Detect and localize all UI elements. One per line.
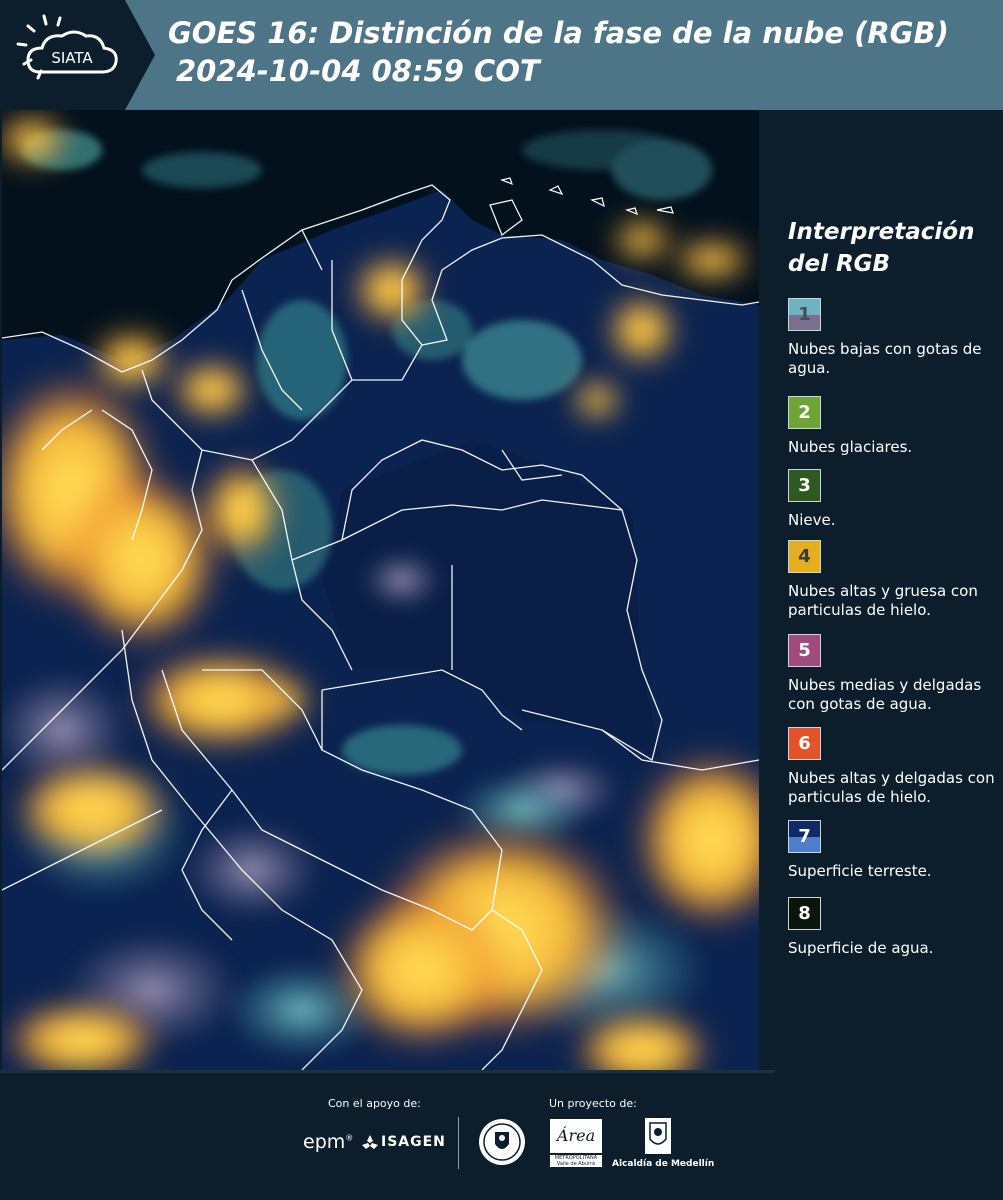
- epm-logo-text: epm: [303, 1131, 346, 1153]
- area-metropolitana-caption: METROPOLITANA Valle de Aburrá: [550, 1155, 602, 1167]
- project-label: Un proyecto de:: [549, 1097, 637, 1110]
- page-title: GOES 16: Distinción de la fase de la nub…: [168, 14, 949, 90]
- isagen-text: ISAGEN: [381, 1134, 446, 1150]
- legend-label-4: Nubes altas y gruesa con particulas de h…: [788, 582, 978, 619]
- legend-swatch-6: 6: [788, 727, 821, 760]
- siata-logo: SIATA: [0, 0, 160, 110]
- footer-separator: [0, 1070, 775, 1073]
- seal-logo: [478, 1118, 526, 1170]
- legend-swatch-4: 4: [788, 540, 821, 573]
- support-label: Con el apoyo de:: [328, 1097, 421, 1110]
- legend-label-6: Nubes altas y delgadas con particulas de…: [788, 769, 995, 806]
- legend-number-5: 5: [798, 640, 811, 661]
- legend-item-8: 8 Superficie de agua.: [788, 897, 998, 958]
- svg-text:Área: Área: [555, 1125, 595, 1145]
- legend-item-7: 7 Superficie terreste.: [788, 820, 998, 881]
- legend-swatch-1: 1: [788, 298, 821, 331]
- metro-logo-line2: Valle de Aburrá: [556, 1161, 596, 1167]
- footer-divider: [458, 1117, 459, 1169]
- area-metropolitana-logo: Área METROPOLITANA Valle de Aburrá: [550, 1119, 602, 1167]
- legend-number-7: 7: [798, 826, 811, 847]
- isagen-icon: [362, 1135, 378, 1149]
- footer: Con el apoyo de: Un proyecto de: epm® IS…: [0, 1070, 1003, 1200]
- satellite-image: [2, 110, 759, 1070]
- legend-swatch-3: 3: [788, 469, 821, 502]
- legend-swatch-8: 8: [788, 897, 821, 930]
- svg-text:SIATA: SIATA: [51, 49, 93, 67]
- legend-item-5: 5 Nubes medias y delgadas con gotas de a…: [788, 634, 998, 714]
- legend-number-3: 3: [798, 475, 811, 496]
- legend-number-6: 6: [798, 733, 811, 754]
- legend-item-2: 2 Nubes glaciares.: [788, 396, 998, 457]
- legend-label-1: Nubes bajas con gotas de agua.: [788, 340, 982, 377]
- title-line-2: 2024-10-04 08:59 COT: [176, 54, 540, 88]
- legend-number-4: 4: [798, 546, 811, 567]
- alcaldia-shield-icon: [645, 1118, 671, 1154]
- epm-logo: epm®: [303, 1131, 353, 1153]
- alcaldia-text: Alcaldía de Medellín: [612, 1159, 715, 1169]
- epm-logo-mark: ®: [345, 1133, 354, 1143]
- legend-swatch-7: 7: [788, 820, 821, 853]
- alcaldia-logo: Alcaldía de Medellín: [612, 1117, 715, 1172]
- title-line-1: GOES 16: Distinción de la fase de la nub…: [168, 16, 949, 50]
- legend-swatch-5: 5: [788, 634, 821, 667]
- satellite-map: [2, 110, 759, 1070]
- legend-swatch-2: 2: [788, 396, 821, 429]
- legend-label-8: Superficie de agua.: [788, 939, 934, 957]
- legend-item-1: 1 Nubes bajas con gotas de agua.: [788, 298, 998, 378]
- legend-number-8: 8: [798, 903, 811, 924]
- legend-title: Interpretación del RGB: [788, 219, 975, 277]
- legend-item-6: 6 Nubes altas y delgadas con particulas …: [788, 727, 998, 807]
- legend-label-7: Superficie terreste.: [788, 862, 932, 880]
- legend-number-1: 1: [798, 304, 811, 325]
- legend-label-2: Nubes glaciares.: [788, 438, 913, 456]
- legend-item-4: 4 Nubes altas y gruesa con particulas de…: [788, 540, 998, 620]
- legend-label-3: Nieve.: [788, 511, 836, 529]
- legend-label-5: Nubes medias y delgadas con gotas de agu…: [788, 676, 982, 713]
- header-bar: SIATA GOES 16: Distinción de la fase de …: [0, 0, 1003, 110]
- legend-item-3: 3 Nieve.: [788, 469, 998, 530]
- legend-number-2: 2: [798, 402, 811, 423]
